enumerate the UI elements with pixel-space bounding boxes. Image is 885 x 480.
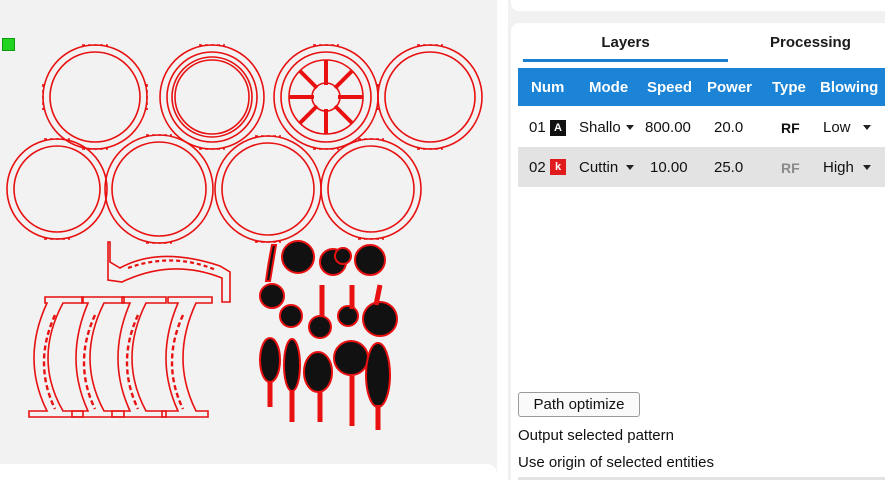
layer-num: 01 (529, 119, 546, 136)
output-selected-pattern-option[interactable]: Output selected pattern (518, 427, 674, 444)
ring-1 (42, 44, 148, 150)
design-artwork[interactable] (0, 0, 497, 464)
type-value[interactable]: RF (781, 120, 800, 136)
bracket-1 (28, 296, 84, 418)
ring-7 (214, 135, 322, 243)
ring-6 (104, 134, 214, 244)
chevron-down-icon[interactable] (863, 165, 871, 170)
header-power: Power (707, 79, 753, 96)
active-tab-indicator (523, 59, 728, 62)
header-speed: Speed (647, 79, 693, 96)
header-blowing: Blowing (820, 79, 879, 96)
design-canvas[interactable] (0, 0, 497, 480)
speed-value[interactable]: 10.00 (650, 159, 688, 176)
tab-layers[interactable]: Layers (523, 34, 728, 54)
curved-strip (107, 241, 231, 303)
header-num: Num (531, 79, 565, 96)
power-value[interactable]: 20.0 (714, 119, 743, 136)
origin-marker-icon[interactable] (2, 38, 15, 51)
mode-select[interactable]: Cuttin (579, 159, 621, 176)
canvas-bottom-strip (0, 464, 497, 480)
panel-top-card (511, 0, 885, 11)
layer-badge-icon: k (550, 159, 566, 175)
mode-select[interactable]: Shallo (579, 119, 621, 136)
chevron-down-icon[interactable] (626, 165, 634, 170)
blowing-select[interactable]: High (823, 159, 854, 176)
path-optimize-button[interactable]: Path optimize (518, 392, 640, 417)
tab-processing[interactable]: Processing (770, 34, 885, 54)
ring-8 (320, 138, 422, 240)
use-origin-option[interactable]: Use origin of selected entities (518, 454, 714, 471)
header-type: Type (772, 79, 806, 96)
bracket-4 (161, 296, 213, 418)
bracket-2 (71, 296, 125, 418)
speed-value[interactable]: 800.00 (645, 119, 691, 136)
blowing-select[interactable]: Low (823, 119, 851, 136)
layer-num: 02 (529, 159, 546, 176)
ring-5 (6, 138, 108, 240)
chevron-down-icon[interactable] (626, 125, 634, 130)
flower-cluster (259, 240, 398, 430)
header-mode: Mode (589, 79, 629, 96)
layer-badge-icon: A (550, 120, 566, 136)
ring-4 (377, 44, 483, 150)
type-value[interactable]: RF (781, 160, 800, 176)
power-value[interactable]: 25.0 (714, 159, 743, 176)
ring-2 (159, 44, 265, 150)
chevron-down-icon[interactable] (863, 125, 871, 130)
ring-3 (273, 44, 379, 150)
bracket-3 (111, 296, 167, 418)
